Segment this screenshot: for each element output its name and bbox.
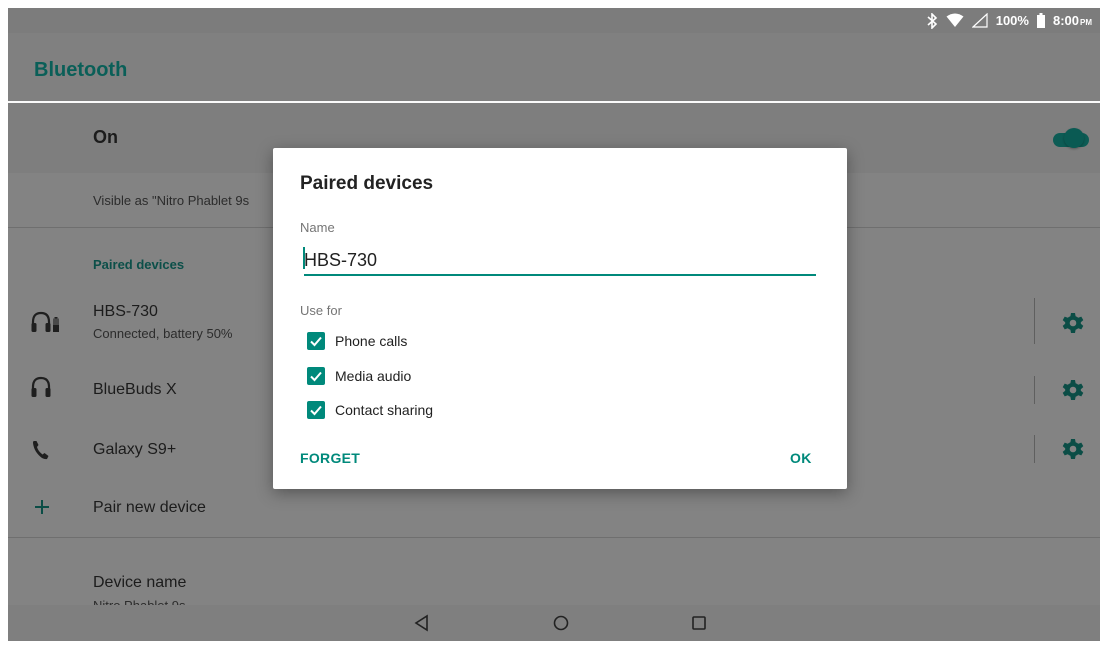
gear-icon[interactable] <box>1062 312 1084 334</box>
clock-ampm: PM <box>1080 18 1092 27</box>
bluetooth-icon <box>927 12 937 29</box>
plus-icon <box>35 500 49 514</box>
visibility-text: Visible as "Nitro Phablet 9s <box>93 193 250 208</box>
page-title: Bluetooth <box>34 59 128 81</box>
battery-percent: 100% <box>995 13 1029 28</box>
media-audio-option[interactable]: Media audio <box>307 365 411 387</box>
device-name-input[interactable] <box>304 246 816 276</box>
pair-new-device-item[interactable]: Pair new device <box>8 482 1100 534</box>
screen-frame <box>0 641 1107 649</box>
signal-icon <box>971 13 988 28</box>
use-for-label: Use for <box>300 303 342 318</box>
ok-button[interactable]: OK <box>790 450 812 466</box>
status-icons: 100% 8:00PM <box>926 8 1092 33</box>
paired-devices-header: Paired devices <box>93 257 185 272</box>
device-status: Connected, battery 50% <box>93 326 233 341</box>
name-label: Name <box>300 220 335 235</box>
home-icon[interactable] <box>551 613 571 633</box>
device-name: HBS-730 <box>93 303 158 320</box>
screen-frame <box>0 0 8 649</box>
check-icon <box>310 371 322 382</box>
paired-device-dialog: Paired devices Name Use for Phone calls … <box>273 148 847 489</box>
text-cursor <box>303 247 305 269</box>
check-icon <box>310 336 322 347</box>
headset-icon <box>31 376 51 397</box>
phone-calls-checkbox[interactable] <box>307 332 325 350</box>
contact-sharing-option[interactable]: Contact sharing <box>307 399 433 421</box>
divider-vertical <box>1034 376 1035 404</box>
forget-button[interactable]: FORGET <box>300 450 360 466</box>
phone-calls-label: Phone calls <box>335 333 408 349</box>
contact-sharing-label: Contact sharing <box>335 402 434 418</box>
gear-icon[interactable] <box>1062 379 1084 401</box>
screen-frame <box>1100 0 1107 649</box>
device-name: Galaxy S9+ <box>93 441 177 458</box>
navigation-bar <box>8 605 1100 641</box>
phone-icon <box>33 441 49 460</box>
recents-icon[interactable] <box>689 613 709 633</box>
gear-icon[interactable] <box>1062 438 1084 460</box>
phone-calls-option[interactable]: Phone calls <box>307 330 407 352</box>
back-icon[interactable] <box>413 613 433 633</box>
android-screen: 100% 8:00PM Bluetooth On Visible as "Nit… <box>0 0 1107 649</box>
clock: 8:00PM <box>1053 13 1092 28</box>
battery-icon <box>1036 13 1045 28</box>
contact-sharing-checkbox[interactable] <box>307 401 325 419</box>
screen-frame <box>0 0 1107 8</box>
divider-vertical <box>1034 435 1035 463</box>
bluetooth-toggle[interactable] <box>1064 128 1084 148</box>
divider-vertical <box>1034 298 1035 344</box>
dialog-title: Paired devices <box>300 173 434 194</box>
switch-label: On <box>93 127 118 147</box>
headset-battery-icon <box>31 311 59 332</box>
wifi-icon <box>946 13 964 27</box>
check-icon <box>310 405 322 416</box>
pair-new-device-label: Pair new device <box>93 499 206 516</box>
device-name: BlueBuds X <box>93 381 177 398</box>
device-name-label: Device name <box>93 574 187 591</box>
status-bar: 100% 8:00PM <box>8 8 1100 33</box>
device-name-item[interactable]: Device name Nitro Phablet 9s <box>8 538 1100 613</box>
app-bar: Bluetooth <box>8 33 1100 101</box>
media-audio-label: Media audio <box>335 368 412 384</box>
media-audio-checkbox[interactable] <box>307 367 325 385</box>
clock-time: 8:00 <box>1052 13 1079 28</box>
